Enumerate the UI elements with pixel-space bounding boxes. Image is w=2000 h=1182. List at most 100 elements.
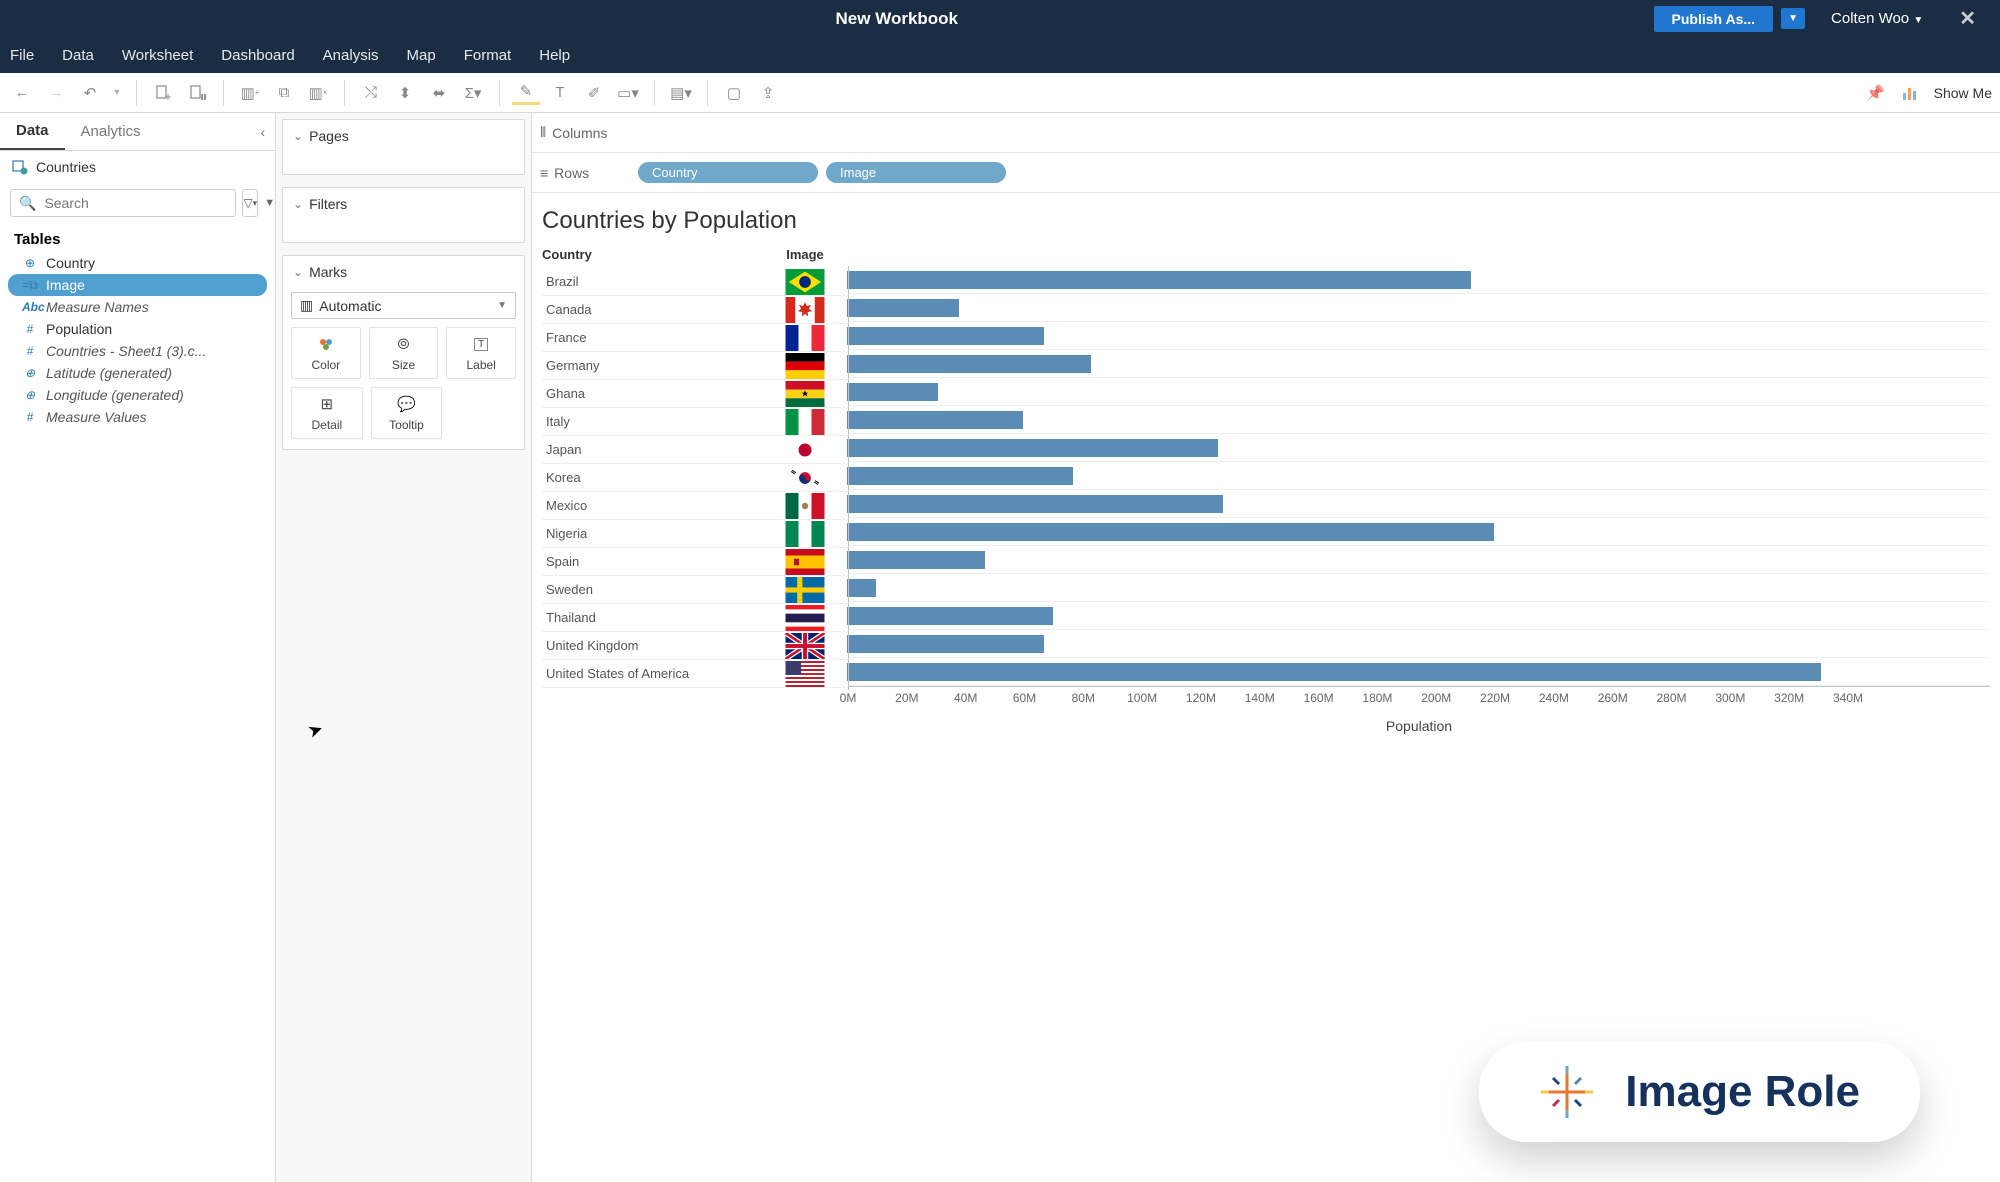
showme-icon[interactable]: [1896, 79, 1924, 107]
pages-card[interactable]: Pages: [282, 119, 525, 175]
forward-icon[interactable]: →: [42, 79, 70, 107]
table-row[interactable]: United Kingdom: [542, 632, 762, 660]
duplicate-icon[interactable]: ⧉: [270, 79, 298, 107]
tab-analytics[interactable]: Analytics: [65, 113, 157, 150]
bar-japan[interactable]: [848, 434, 1990, 462]
table-row[interactable]: Nigeria: [542, 520, 762, 548]
close-icon[interactable]: ✕: [1949, 6, 1986, 31]
pill-image[interactable]: Image: [826, 162, 1006, 183]
menu-map[interactable]: Map: [393, 47, 450, 64]
pin-icon[interactable]: 📌: [1862, 79, 1890, 107]
view-icon[interactable]: ▤▾: [667, 79, 695, 107]
pill-sum-population-[interactable]: SUM(Population): [638, 122, 818, 143]
field-image[interactable]: =⧉Image: [8, 274, 267, 296]
flag-gh[interactable]: [762, 380, 848, 408]
table-row[interactable]: Brazil: [542, 268, 762, 296]
sort-desc-icon[interactable]: ⬌: [425, 79, 453, 107]
table-row[interactable]: Ghana: [542, 380, 762, 408]
undo-icon[interactable]: ↶: [76, 79, 104, 107]
flag-jp[interactable]: [762, 436, 848, 464]
sort-asc-icon[interactable]: ⬍: [391, 79, 419, 107]
bar-korea[interactable]: [848, 462, 1990, 490]
bar-germany[interactable]: [848, 350, 1990, 378]
menu-help[interactable]: Help: [525, 47, 584, 64]
flag-br[interactable]: [762, 268, 848, 296]
label-icon[interactable]: T: [546, 79, 574, 107]
bar-brazil[interactable]: [848, 266, 1990, 294]
table-row[interactable]: France: [542, 324, 762, 352]
clear-icon[interactable]: ▥×: [304, 79, 332, 107]
table-row[interactable]: Sweden: [542, 576, 762, 604]
bar-canada[interactable]: [848, 294, 1990, 322]
undo-dropdown-icon[interactable]: ▾: [110, 79, 124, 107]
flag-ca[interactable]: [762, 296, 848, 324]
field-country[interactable]: ⊕Country: [8, 252, 267, 274]
datasource-item[interactable]: Countries: [0, 151, 275, 183]
marks-label-button[interactable]: TLabel: [446, 327, 516, 379]
marks-color-button[interactable]: Color: [291, 327, 361, 379]
bar-united-kingdom[interactable]: [848, 630, 1990, 658]
search-filter-button[interactable]: ▽▾: [242, 189, 258, 217]
back-icon[interactable]: ←: [8, 79, 36, 107]
flag-it[interactable]: [762, 408, 848, 436]
table-row[interactable]: Canada: [542, 296, 762, 324]
field-measure-names[interactable]: AbcMeasure Names: [8, 296, 267, 318]
publish-dropdown-button[interactable]: ▼: [1781, 8, 1805, 29]
field-measure-values[interactable]: #Measure Values: [8, 406, 267, 428]
table-row[interactable]: United States of America: [542, 660, 762, 688]
bar-sweden[interactable]: [848, 574, 1990, 602]
search-input[interactable]: 🔍: [10, 189, 236, 217]
bar-italy[interactable]: [848, 406, 1990, 434]
search-options-button[interactable]: ▼: [264, 189, 275, 217]
table-row[interactable]: Thailand: [542, 604, 762, 632]
menu-file[interactable]: File: [0, 47, 48, 64]
field-countries-sheet1-3-c-[interactable]: #Countries - Sheet1 (3).c...: [8, 340, 267, 362]
menu-analysis[interactable]: Analysis: [309, 47, 393, 64]
table-row[interactable]: Germany: [542, 352, 762, 380]
marks-size-button[interactable]: ⦾Size: [369, 327, 439, 379]
bar-mexico[interactable]: [848, 490, 1990, 518]
columns-shelf[interactable]: ⦀Columns SUM(Population): [532, 113, 2000, 153]
flag-de[interactable]: [762, 352, 848, 380]
publish-as-button[interactable]: Publish As...: [1654, 6, 1774, 32]
pill-country[interactable]: Country: [638, 162, 818, 183]
field-population[interactable]: #Population: [8, 318, 267, 340]
field-latitude-generated-[interactable]: ⊕Latitude (generated): [8, 362, 267, 384]
fit-icon[interactable]: ▭▾: [614, 79, 642, 107]
bar-nigeria[interactable]: [848, 518, 1990, 546]
bar-spain[interactable]: [848, 546, 1990, 574]
flag-gb[interactable]: [762, 632, 848, 660]
totals-icon[interactable]: Σ▾: [459, 79, 487, 107]
format-icon[interactable]: ✐: [580, 79, 608, 107]
field-longitude-generated-[interactable]: ⊕Longitude (generated): [8, 384, 267, 406]
table-row[interactable]: Italy: [542, 408, 762, 436]
table-row[interactable]: Spain: [542, 548, 762, 576]
menu-worksheet[interactable]: Worksheet: [108, 47, 207, 64]
marks-tooltip-button[interactable]: 💬Tooltip: [371, 387, 443, 439]
table-row[interactable]: Mexico: [542, 492, 762, 520]
collapse-pane-icon[interactable]: ‹: [250, 113, 275, 150]
filters-card[interactable]: Filters: [282, 187, 525, 243]
bar-thailand[interactable]: [848, 602, 1990, 630]
presentation-icon[interactable]: ▢: [720, 79, 748, 107]
flag-kr[interactable]: [762, 464, 848, 492]
user-menu[interactable]: Colten Woo ▼: [1813, 10, 1941, 27]
share-icon[interactable]: ⇪: [754, 79, 782, 107]
bar-united-states-of-america[interactable]: [848, 658, 1990, 686]
rows-shelf[interactable]: ≡Rows CountryImage: [532, 153, 2000, 193]
flag-ng[interactable]: [762, 520, 848, 548]
flag-se[interactable]: [762, 576, 848, 604]
table-row[interactable]: Korea: [542, 464, 762, 492]
flag-th[interactable]: [762, 604, 848, 632]
pause-icon[interactable]: [183, 79, 211, 107]
menu-dashboard[interactable]: Dashboard: [207, 47, 308, 64]
show-me-button[interactable]: Show Me: [1934, 85, 1992, 101]
menu-data[interactable]: Data: [48, 47, 108, 64]
bar-france[interactable]: [848, 322, 1990, 350]
new-worksheet-icon[interactable]: ▥+: [236, 79, 264, 107]
marks-detail-button[interactable]: ⊞Detail: [291, 387, 363, 439]
flag-us[interactable]: [762, 660, 848, 688]
flag-mx[interactable]: [762, 492, 848, 520]
flag-fr[interactable]: [762, 324, 848, 352]
table-row[interactable]: Japan: [542, 436, 762, 464]
